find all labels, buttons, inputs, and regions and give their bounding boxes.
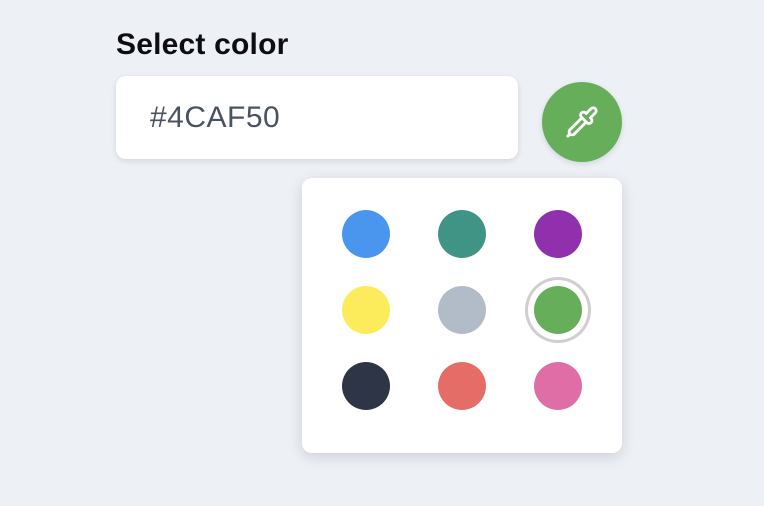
swatch-dark[interactable]	[342, 362, 390, 410]
swatch-green[interactable]	[534, 286, 582, 334]
color-palette	[302, 178, 622, 453]
swatch-purple[interactable]	[534, 210, 582, 258]
swatch-yellow[interactable]	[342, 286, 390, 334]
swatch-teal[interactable]	[438, 210, 486, 258]
eyedropper-icon	[565, 105, 599, 139]
swatch-red[interactable]	[438, 362, 486, 410]
swatch-gray[interactable]	[438, 286, 486, 334]
eyedropper-button[interactable]	[542, 82, 622, 162]
swatch-blue[interactable]	[342, 210, 390, 258]
swatch-pink[interactable]	[534, 362, 582, 410]
hex-color-input[interactable]	[116, 76, 518, 159]
select-color-label: Select color	[116, 28, 289, 61]
